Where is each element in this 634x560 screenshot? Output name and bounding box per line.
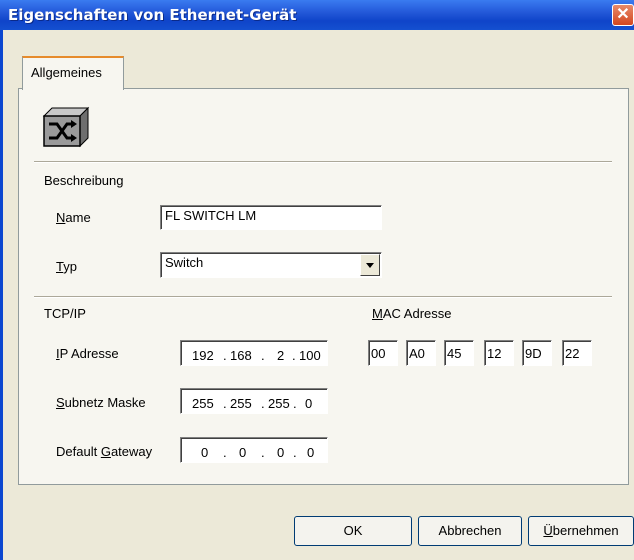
name-input[interactable]: FL SWITCH LM: [160, 205, 382, 230]
name-label: Name: [56, 210, 91, 225]
close-button[interactable]: ✕: [612, 4, 634, 26]
mac-byte-value: 12: [487, 346, 502, 361]
ip-label-rest: P Adresse: [59, 346, 119, 361]
typ-label-rest: yp: [63, 259, 77, 274]
subnet-octet-3: 255: [268, 396, 290, 411]
subnet-octet-4: 0: [305, 396, 313, 411]
gateway-label-rest: ateway: [110, 444, 153, 459]
apply-label-rest: bernehmen: [552, 523, 619, 538]
name-mnemonic: N: [56, 210, 66, 225]
gateway-dot: .: [293, 445, 297, 460]
tab-panel: [18, 88, 629, 485]
gateway-dot: .: [223, 445, 227, 460]
ip-octet-3: 2: [277, 348, 285, 363]
cancel-button[interactable]: Abbrechen: [418, 516, 522, 546]
gateway-octet-1: 0: [201, 445, 209, 460]
apply-button[interactable]: Übernehmen: [528, 516, 634, 546]
cancel-label: Abbrechen: [438, 523, 502, 538]
mac-byte-value: 45: [447, 346, 462, 361]
mac-byte-value: 9D: [525, 346, 542, 361]
typ-label: Typ: [56, 259, 77, 274]
section-tcpip: TCP/IP: [44, 306, 86, 321]
ok-button[interactable]: OK: [294, 516, 412, 546]
properties-dialog: Eigenschaften von Ethernet-Gerät ✕ Allge…: [0, 0, 634, 560]
switch-device-icon: [42, 106, 90, 148]
subnet-mnemonic: S: [56, 395, 65, 410]
gateway-dot: .: [261, 445, 265, 460]
window-border: [0, 30, 3, 560]
tab-allgemeines[interactable]: Allgemeines: [22, 56, 124, 90]
gateway-octet-2: 0: [239, 445, 247, 460]
mac-byte-6[interactable]: 22: [562, 340, 592, 366]
subnet-dot: .: [223, 396, 227, 411]
subnet-label: Subnetz Maske: [56, 395, 146, 410]
subnet-octet-2: 255: [230, 396, 252, 411]
mac-byte-value: A0: [409, 346, 425, 361]
mac-byte-1[interactable]: 00: [368, 340, 398, 366]
mac-mnemonic: M: [372, 306, 383, 321]
separator-middle: [34, 296, 612, 298]
ip-octet-4: 100: [299, 348, 321, 363]
gateway-label: Default Gateway: [56, 444, 152, 459]
mac-label: MAC Adresse: [372, 306, 452, 321]
subnet-octet-1: 255: [192, 396, 214, 411]
ip-dot: .: [223, 348, 227, 363]
window-title: Eigenschaften von Ethernet-Gerät: [8, 6, 297, 24]
typ-value: Switch: [165, 255, 204, 270]
default-gateway-input[interactable]: 0 . 0 . 0 . 0: [180, 437, 328, 463]
mac-byte-2[interactable]: A0: [406, 340, 436, 366]
mac-label-rest: AC Adresse: [382, 306, 452, 321]
gateway-label-prefix: Default: [56, 444, 101, 459]
ip-dot: .: [292, 348, 296, 363]
ip-label: IP Adresse: [56, 346, 119, 361]
subnet-label-rest: ubnetz Maske: [64, 395, 146, 410]
name-value: FL SWITCH LM: [165, 208, 257, 223]
chevron-down-icon: [366, 263, 374, 268]
subnet-mask-input[interactable]: 255 . 255 . 255 . 0: [180, 388, 328, 414]
ip-octet-1: 192: [192, 348, 214, 363]
ip-address-input[interactable]: 192 . 168 . 2 . 100: [180, 340, 328, 366]
subnet-dot: .: [293, 396, 297, 411]
gateway-octet-4: 0: [307, 445, 315, 460]
typ-select[interactable]: Switch: [160, 252, 382, 278]
subnet-dot: .: [261, 396, 265, 411]
section-beschreibung: Beschreibung: [44, 173, 124, 188]
mac-byte-value: 22: [565, 346, 580, 361]
ok-label: OK: [343, 523, 363, 538]
separator-top: [34, 161, 612, 163]
gateway-octet-3: 0: [277, 445, 285, 460]
mac-byte-3[interactable]: 45: [444, 340, 474, 366]
ip-octet-2: 168: [230, 348, 252, 363]
ip-dot: .: [261, 348, 265, 363]
apply-mnemonic: Ü: [543, 523, 553, 538]
title-bar[interactable]: Eigenschaften von Ethernet-Gerät ✕: [0, 0, 634, 30]
tab-label: Allgemeines: [31, 65, 102, 80]
name-label-rest: ame: [65, 210, 91, 225]
mac-byte-4[interactable]: 12: [484, 340, 514, 366]
mac-byte-value: 00: [371, 346, 386, 361]
mac-byte-5[interactable]: 9D: [522, 340, 552, 366]
close-icon: ✕: [616, 6, 630, 23]
dropdown-button[interactable]: [360, 254, 380, 276]
gateway-mnemonic: G: [100, 444, 111, 459]
